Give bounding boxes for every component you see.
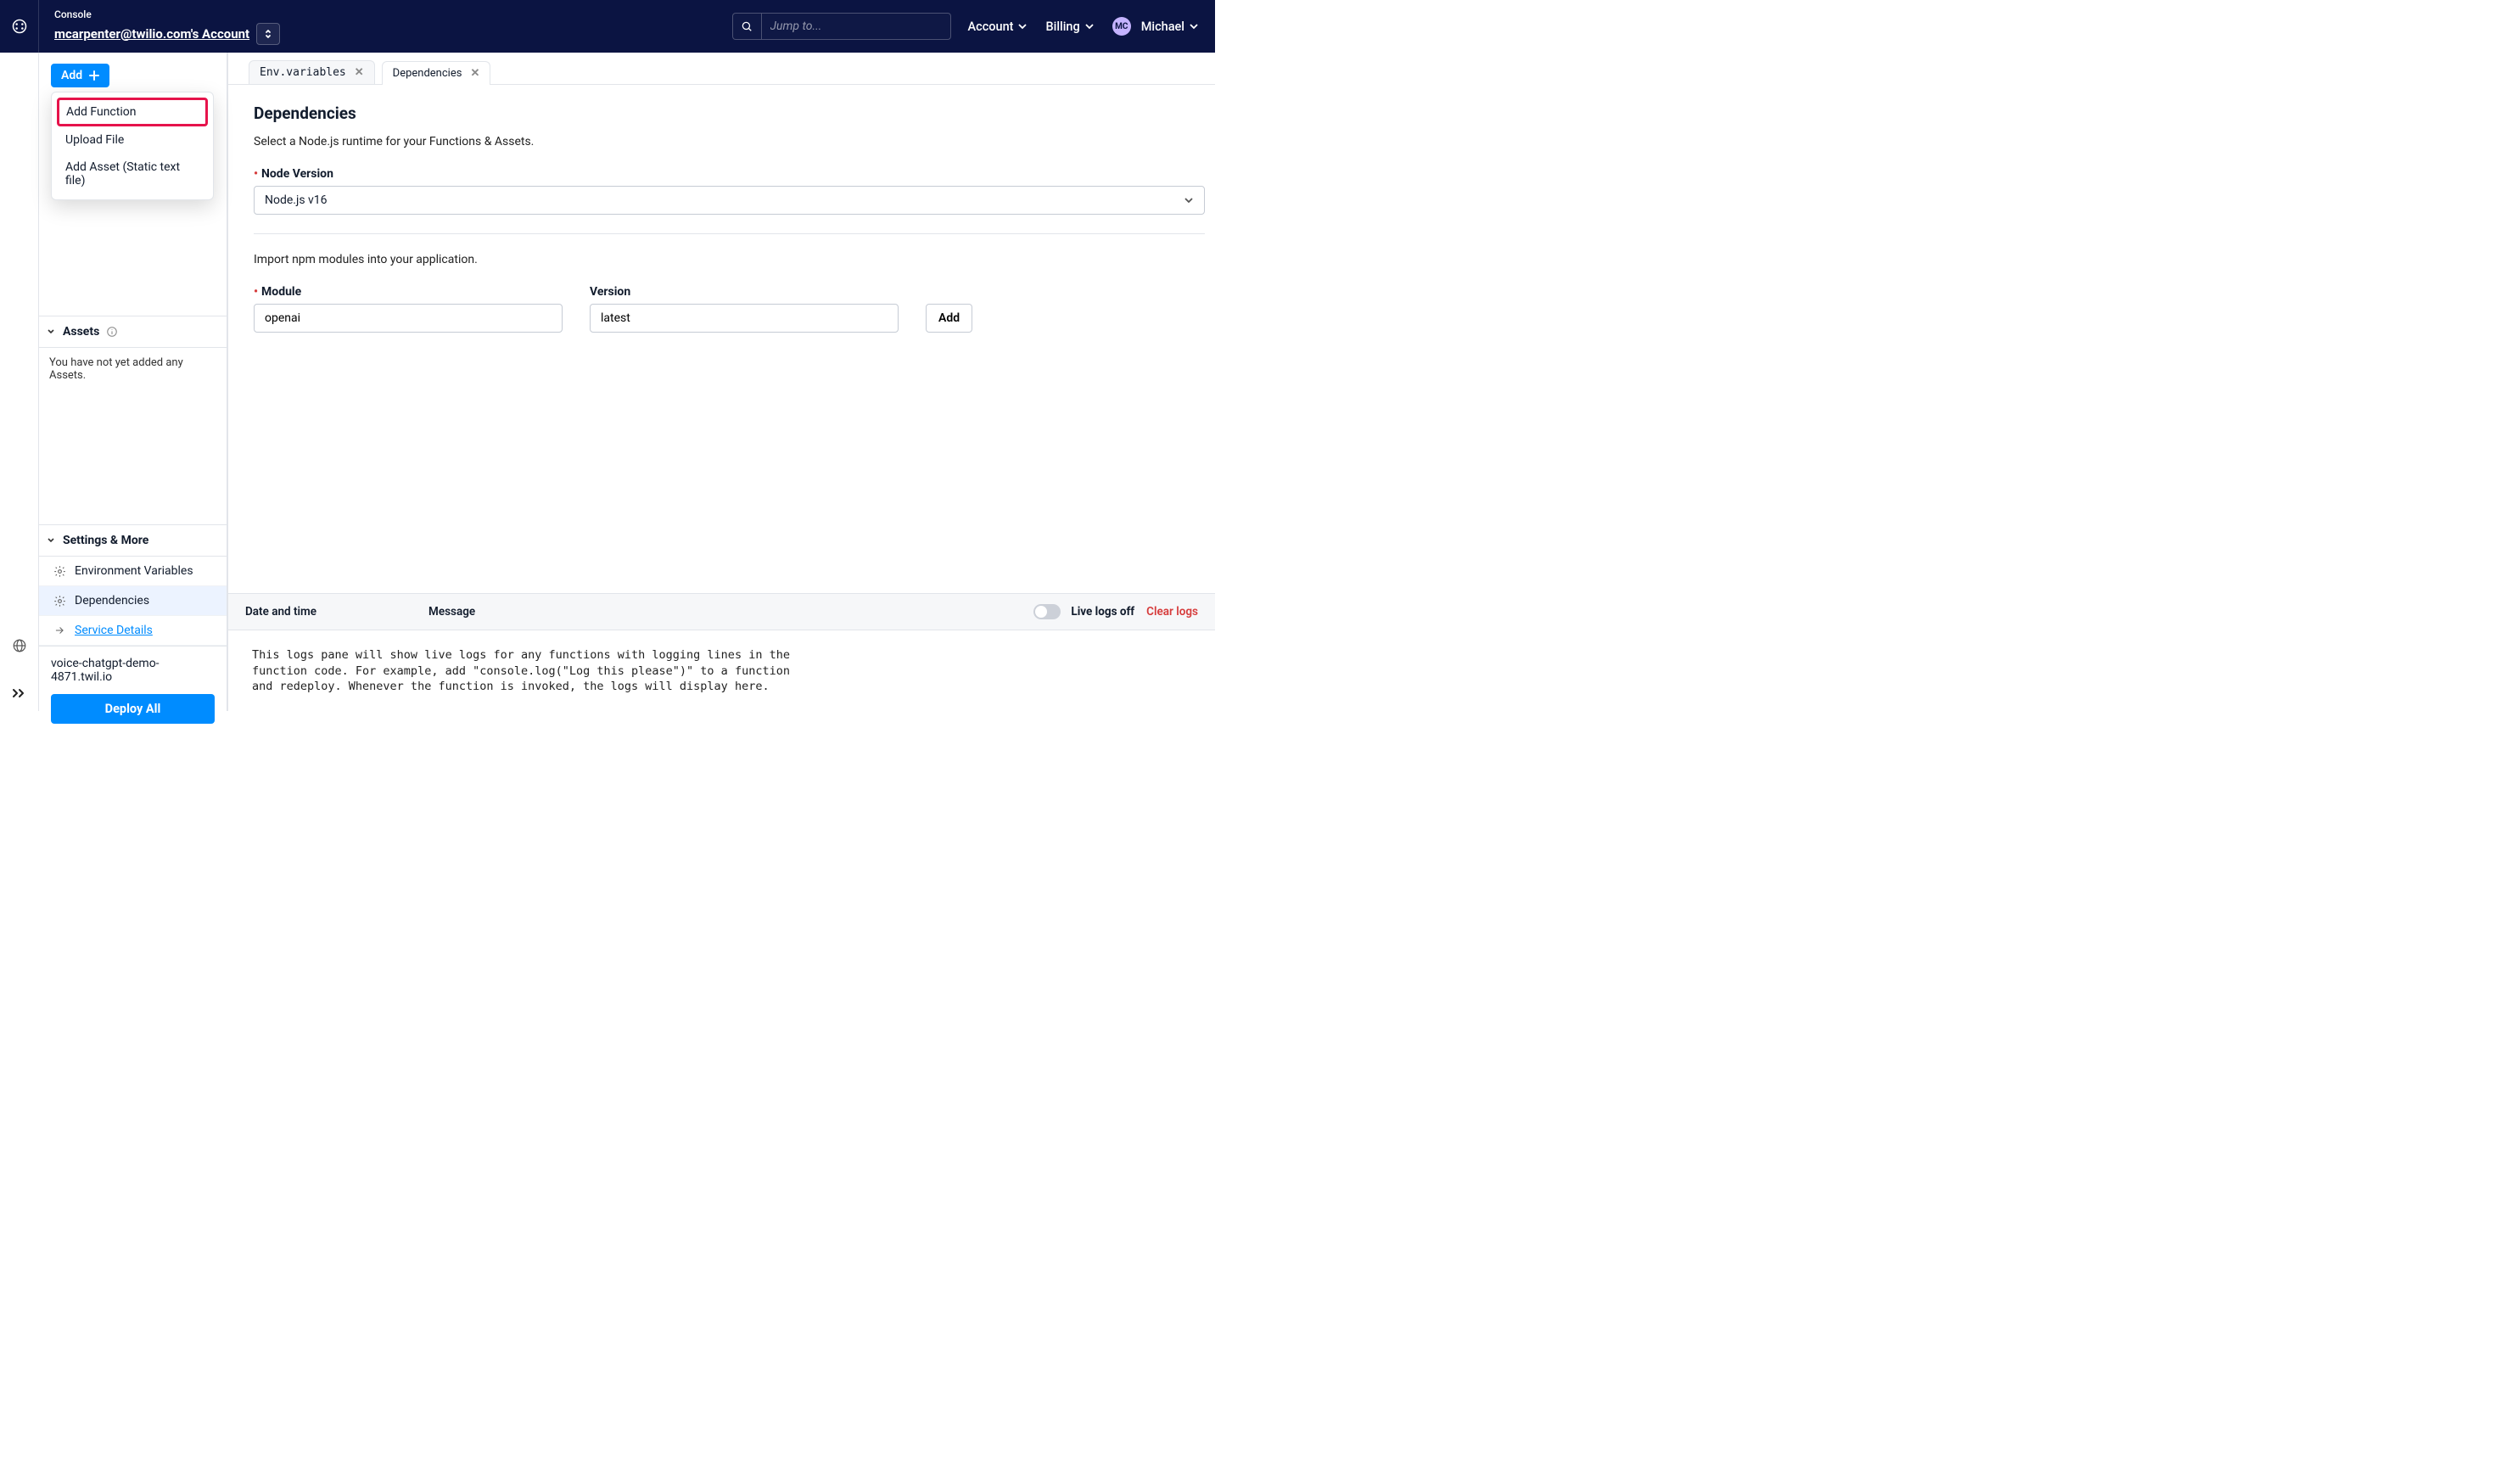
logs-pane: Date and time Message Live logs off Clea… bbox=[228, 593, 1215, 711]
gear-icon bbox=[53, 564, 66, 578]
nav-billing[interactable]: Billing bbox=[1045, 20, 1093, 34]
console-label: Console bbox=[54, 8, 280, 20]
user-name-label: Michael bbox=[1141, 20, 1184, 34]
node-version-select[interactable]: Node.js v16 bbox=[254, 186, 1205, 215]
version-label: Version bbox=[590, 285, 899, 299]
logs-body-text: This logs pane will show live logs for a… bbox=[228, 630, 1215, 711]
chevron-down-icon bbox=[1190, 23, 1198, 30]
settings-list: Environment Variables Dependencies Servi… bbox=[39, 557, 227, 646]
nav-account-label: Account bbox=[968, 20, 1014, 34]
dependencies-pane: Dependencies Select a Node.js runtime fo… bbox=[228, 85, 1215, 593]
side-panel: Add Add Function Upload File Add Asset (… bbox=[39, 53, 227, 711]
page-title: Dependencies bbox=[254, 104, 1205, 123]
main-area: Add Add Function Upload File Add Asset (… bbox=[0, 53, 1215, 711]
search-input[interactable] bbox=[761, 13, 951, 40]
add-dropdown-menu: Add Function Upload File Add Asset (Stat… bbox=[51, 92, 214, 200]
nav-account[interactable]: Account bbox=[968, 20, 1028, 34]
logs-col-message: Message bbox=[428, 605, 1033, 619]
search-icon[interactable] bbox=[732, 13, 761, 40]
caret-down-icon bbox=[48, 328, 56, 335]
nav-user[interactable]: MC Michael bbox=[1112, 17, 1198, 36]
gear-icon bbox=[53, 594, 66, 607]
settings-service-details[interactable]: Service Details bbox=[39, 616, 227, 646]
arrow-right-icon bbox=[53, 624, 66, 637]
global-search bbox=[732, 13, 951, 40]
deploy-all-button[interactable]: Deploy All bbox=[51, 694, 215, 724]
clear-logs-button[interactable]: Clear logs bbox=[1146, 605, 1198, 619]
settings-header-label: Settings & More bbox=[63, 534, 148, 547]
settings-env-label: Environment Variables bbox=[75, 564, 193, 578]
menu-upload-file[interactable]: Upload File bbox=[57, 126, 208, 154]
module-form-row: •Module Version Add bbox=[254, 285, 1205, 333]
deploy-area: voice-chatgpt-demo-4871.twil.io Deploy A… bbox=[39, 646, 227, 736]
account-switcher-button[interactable] bbox=[256, 23, 280, 45]
logs-col-date: Date and time bbox=[245, 605, 428, 619]
assets-empty-text: You have not yet added any Assets. bbox=[39, 348, 227, 524]
avatar: MC bbox=[1112, 17, 1131, 36]
chevron-down-icon bbox=[1018, 23, 1027, 30]
settings-section-header[interactable]: Settings & More bbox=[39, 524, 227, 557]
settings-env-variables[interactable]: Environment Variables bbox=[39, 557, 227, 586]
expand-rail-icon[interactable] bbox=[12, 687, 27, 699]
node-version-value: Node.js v16 bbox=[265, 193, 328, 207]
tab-deps-label: Dependencies bbox=[393, 67, 462, 80]
settings-details-label[interactable]: Service Details bbox=[75, 624, 153, 637]
info-icon[interactable] bbox=[106, 326, 118, 338]
tab-env-variables[interactable]: Env.variables ✕ bbox=[249, 60, 375, 84]
module-input[interactable] bbox=[254, 304, 563, 333]
node-version-label: •Node Version bbox=[254, 167, 1205, 181]
add-button-label: Add bbox=[61, 69, 82, 82]
product-switcher-icon[interactable] bbox=[0, 0, 39, 53]
chevron-down-icon bbox=[1085, 23, 1094, 30]
settings-deps-label: Dependencies bbox=[75, 594, 149, 607]
account-link[interactable]: mcarpenter@twilio.com's Account bbox=[54, 26, 249, 42]
close-icon[interactable]: ✕ bbox=[470, 67, 479, 80]
left-rail bbox=[0, 53, 39, 711]
add-module-button[interactable]: Add bbox=[926, 304, 972, 333]
service-domain: voice-chatgpt-demo-4871.twil.io bbox=[39, 647, 227, 694]
content-area: Env.variables ✕ Dependencies ✕ Dependenc… bbox=[227, 53, 1215, 711]
assets-header-label: Assets bbox=[63, 325, 99, 339]
page-subtitle: Select a Node.js runtime for your Functi… bbox=[254, 135, 1205, 148]
caret-down-icon bbox=[48, 537, 56, 544]
settings-dependencies[interactable]: Dependencies bbox=[39, 586, 227, 616]
add-button[interactable]: Add bbox=[51, 64, 109, 87]
menu-add-asset[interactable]: Add Asset (Static text file) bbox=[57, 154, 208, 194]
tab-dependencies[interactable]: Dependencies ✕ bbox=[382, 61, 491, 85]
plus-icon bbox=[89, 70, 99, 81]
live-logs-toggle[interactable] bbox=[1033, 604, 1061, 619]
tab-env-label: Env.variables bbox=[260, 66, 346, 79]
nav-billing-label: Billing bbox=[1045, 20, 1079, 34]
top-nav: Console mcarpenter@twilio.com's Account … bbox=[0, 0, 1215, 53]
assets-section-header[interactable]: Assets bbox=[39, 316, 227, 348]
logs-header: Date and time Message Live logs off Clea… bbox=[228, 594, 1215, 630]
menu-add-function[interactable]: Add Function bbox=[57, 98, 208, 126]
editor-tabs: Env.variables ✕ Dependencies ✕ bbox=[228, 53, 1215, 85]
account-block: Console mcarpenter@twilio.com's Account bbox=[39, 8, 295, 45]
version-input[interactable] bbox=[590, 304, 899, 333]
chevron-down-icon bbox=[1184, 196, 1194, 204]
docs-icon[interactable] bbox=[12, 638, 27, 653]
import-text: Import npm modules into your application… bbox=[254, 253, 1205, 266]
module-label: •Module bbox=[254, 285, 563, 299]
live-logs-label: Live logs off bbox=[1071, 605, 1134, 619]
close-icon[interactable]: ✕ bbox=[355, 66, 364, 79]
divider bbox=[254, 233, 1205, 234]
